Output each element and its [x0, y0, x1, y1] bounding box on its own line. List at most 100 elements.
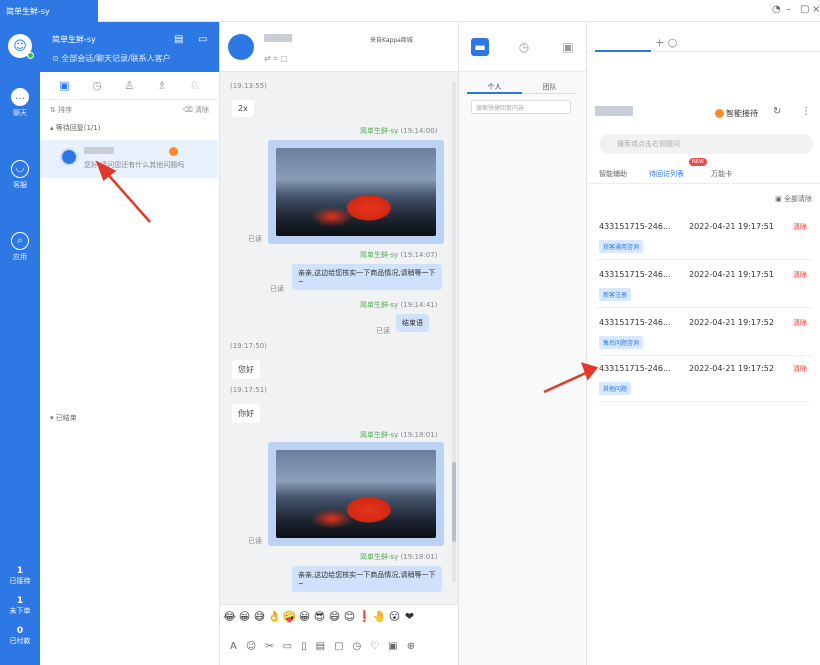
emoji-button[interactable]: 😀 — [237, 610, 252, 623]
file-icon[interactable]: ▤ — [316, 641, 325, 652]
panel-tab[interactable] — [595, 38, 651, 52]
clear-card-button[interactable]: 清除 — [793, 318, 807, 328]
message-time: (19:18:01) — [400, 431, 438, 439]
group-waiting[interactable]: ▴ 等待回复(1/1) — [40, 120, 219, 136]
emoji-button[interactable]: 🤪 — [282, 610, 297, 623]
card-time: 2022-04-21 19:17:51 — [689, 270, 774, 279]
emoji-button[interactable]: ❗ — [357, 610, 372, 623]
clear-card-button[interactable]: 清除 — [793, 222, 807, 232]
message-time: (19:18:01) — [400, 553, 438, 561]
user-avatar[interactable]: ☺ — [8, 34, 34, 59]
clear-card-button[interactable]: 清除 — [793, 364, 807, 374]
tab-team[interactable]: 团队 — [522, 80, 577, 94]
emoji-button[interactable]: 😄 — [327, 610, 342, 623]
chat-source: 来自Kappa商城 — [370, 37, 413, 44]
sort-button[interactable]: ⇅ 排序 — [50, 105, 72, 115]
emoji-button[interactable]: 😮 — [387, 610, 402, 623]
scrollbar-thumb[interactable] — [452, 462, 456, 542]
more-icon[interactable]: ⊕ — [407, 641, 415, 652]
rail-item-chat[interactable]: … 聊天 — [0, 88, 40, 118]
quick-reply-icon[interactable]: ▬ — [471, 38, 489, 56]
order-id: 433151715-246... — [599, 270, 671, 279]
heart-icon[interactable]: ♡ — [370, 641, 379, 652]
stat-label: 已付款 — [9, 637, 31, 645]
tab-contacts-icon[interactable]: ♙ — [113, 79, 146, 92]
emoji-button[interactable]: 😀 — [297, 610, 312, 623]
list-header: 简单生鲜-sy ⊙ 全部会话/聊天记录/联系人客户 ▤ ▭ — [40, 22, 219, 72]
clear-button[interactable]: ⌫ 清除 — [183, 105, 209, 115]
smart-reception-button[interactable]: 智能接待 — [715, 108, 758, 119]
minimize-icon[interactable]: – — [786, 4, 791, 15]
read-status: 已读 — [248, 537, 262, 545]
agent-message-meta: 简单生鲜-sy (19:18:01) — [360, 552, 437, 562]
emoji-button[interactable]: 😊 — [342, 610, 357, 623]
folder-icon[interactable]: ▣ — [559, 38, 577, 56]
app-tab[interactable]: 简单生鲜-sy — [0, 0, 98, 22]
card-tag: 其他问题 — [599, 382, 632, 395]
emoji-button[interactable]: 🤚 — [372, 610, 387, 623]
add-tab-icon[interactable]: + ○ — [655, 36, 677, 49]
chat-panel: 来自Kappa商城 ⇄ ⌗ ▢ (19:13:55) 2x 简单生鲜-sy (1… — [220, 22, 458, 665]
tab-history-icon[interactable]: ◷ — [81, 79, 114, 92]
video-icon[interactable]: ▯ — [301, 641, 307, 652]
message-icon[interactable]: ▭ — [198, 34, 207, 45]
clock-icon[interactable]: ◷ — [515, 38, 533, 56]
customer-name-redacted — [595, 106, 633, 116]
assistant-search-input[interactable]: 搜索或点击右侧提问 — [599, 134, 813, 154]
more-icon[interactable]: ⋮ — [801, 106, 811, 117]
tab-universal-card[interactable]: 万能卡 — [711, 169, 732, 179]
revisit-card[interactable]: 433151715-246... 2022-04-21 19:17:51 清除 … — [595, 264, 813, 308]
tab-revisit-list[interactable]: 待回访列表 — [649, 169, 684, 179]
close-all-button[interactable]: ▣ 全部清除 — [775, 194, 812, 204]
tab-current-icon[interactable]: ▣ — [48, 79, 81, 92]
maximize-icon[interactable]: ▢ — [800, 4, 809, 15]
tab-personal[interactable]: 个人 — [467, 80, 522, 94]
image-icon[interactable]: ▭ — [283, 641, 292, 652]
tab-user-icon[interactable]: ♘ — [178, 79, 211, 92]
agent-message: 结束语 — [396, 314, 429, 332]
revisit-card[interactable]: 433151715-246... 2022-04-21 19:17:51 清除 … — [595, 216, 813, 260]
card-icon[interactable]: ▣ — [388, 641, 397, 652]
emoji-button[interactable]: 😅 — [252, 610, 267, 623]
customer-message: 您好 — [232, 360, 260, 379]
agent-name: 简单生鲜-sy — [360, 301, 399, 309]
screenshot-icon[interactable]: ✂ — [265, 641, 273, 652]
quick-reply-tabs: ▬ ◷ ▣ — [459, 22, 586, 72]
emoji-button[interactable]: 😂 — [222, 610, 237, 623]
folder-icon[interactable]: ▢ — [334, 641, 343, 652]
emoji-button[interactable]: 👌 — [267, 610, 282, 623]
group-finished-label: 已结束 — [55, 414, 77, 422]
quick-reply-search-input[interactable]: 搜索快捷回复内容 — [471, 100, 571, 114]
close-icon[interactable]: × — [812, 4, 820, 15]
calendar-icon[interactable]: ▤ — [174, 34, 183, 45]
assistant-panel: + ○ 智能接待 ↻ ⋮ 搜索或点击右侧提问 智能辅助 待回访列表 NEW 万能… — [586, 22, 820, 665]
image-message[interactable] — [268, 140, 444, 244]
card-time: 2022-04-21 19:17:52 — [689, 318, 774, 327]
tab-smart-assist[interactable]: 智能辅助 — [599, 169, 627, 179]
refresh-icon[interactable]: ↻ — [773, 106, 781, 117]
reply-scope-tabs: 个人 团队 — [467, 80, 577, 94]
conversation-item[interactable]: 您好,请问您还有什么其他问题吗 — [40, 140, 218, 178]
tab-group-icon[interactable]: ♗ — [146, 79, 179, 92]
emoji-button[interactable]: ❤ — [402, 610, 417, 623]
read-status: 已读 — [376, 327, 390, 335]
emoji-button[interactable]: 😎 — [312, 610, 327, 623]
stat-unordered: 1 未下单 — [0, 596, 40, 616]
chat-header-icons[interactable]: ⇄ ⌗ ▢ — [264, 54, 288, 64]
history-icon[interactable]: ◷ — [353, 641, 362, 652]
rail-item-apps[interactable]: ⌕ 应用 — [0, 232, 40, 262]
clear-card-button[interactable]: 清除 — [793, 270, 807, 280]
rail-item-service[interactable]: ◡ 客服 — [0, 160, 40, 190]
app-window: 简单生鲜-sy ◔ – ▢ × ☺ … 聊天 ◡ 客服 ⌕ 应用 1 已接待 1未… — [0, 0, 820, 665]
group-finished[interactable]: ▾ 已结束 — [40, 410, 87, 426]
revisit-card[interactable]: 433151715-246... 2022-04-21 19:17:52 清除 … — [595, 312, 813, 356]
message-time: (19:14:41) — [400, 301, 438, 309]
emoji-icon[interactable]: ☺ — [246, 641, 256, 652]
font-icon[interactable]: A — [230, 641, 237, 652]
panel-tabs: + ○ — [587, 22, 820, 52]
image-message[interactable] — [268, 442, 444, 546]
revisit-card[interactable]: 433151715-246... 2022-04-21 19:17:52 清除 … — [595, 358, 813, 402]
header-subtitle[interactable]: ⊙ 全部会话/聊天记录/联系人客户 — [52, 53, 209, 64]
chat-scrollbar[interactable] — [452, 82, 456, 582]
pin-icon[interactable]: ◔ — [772, 4, 781, 15]
